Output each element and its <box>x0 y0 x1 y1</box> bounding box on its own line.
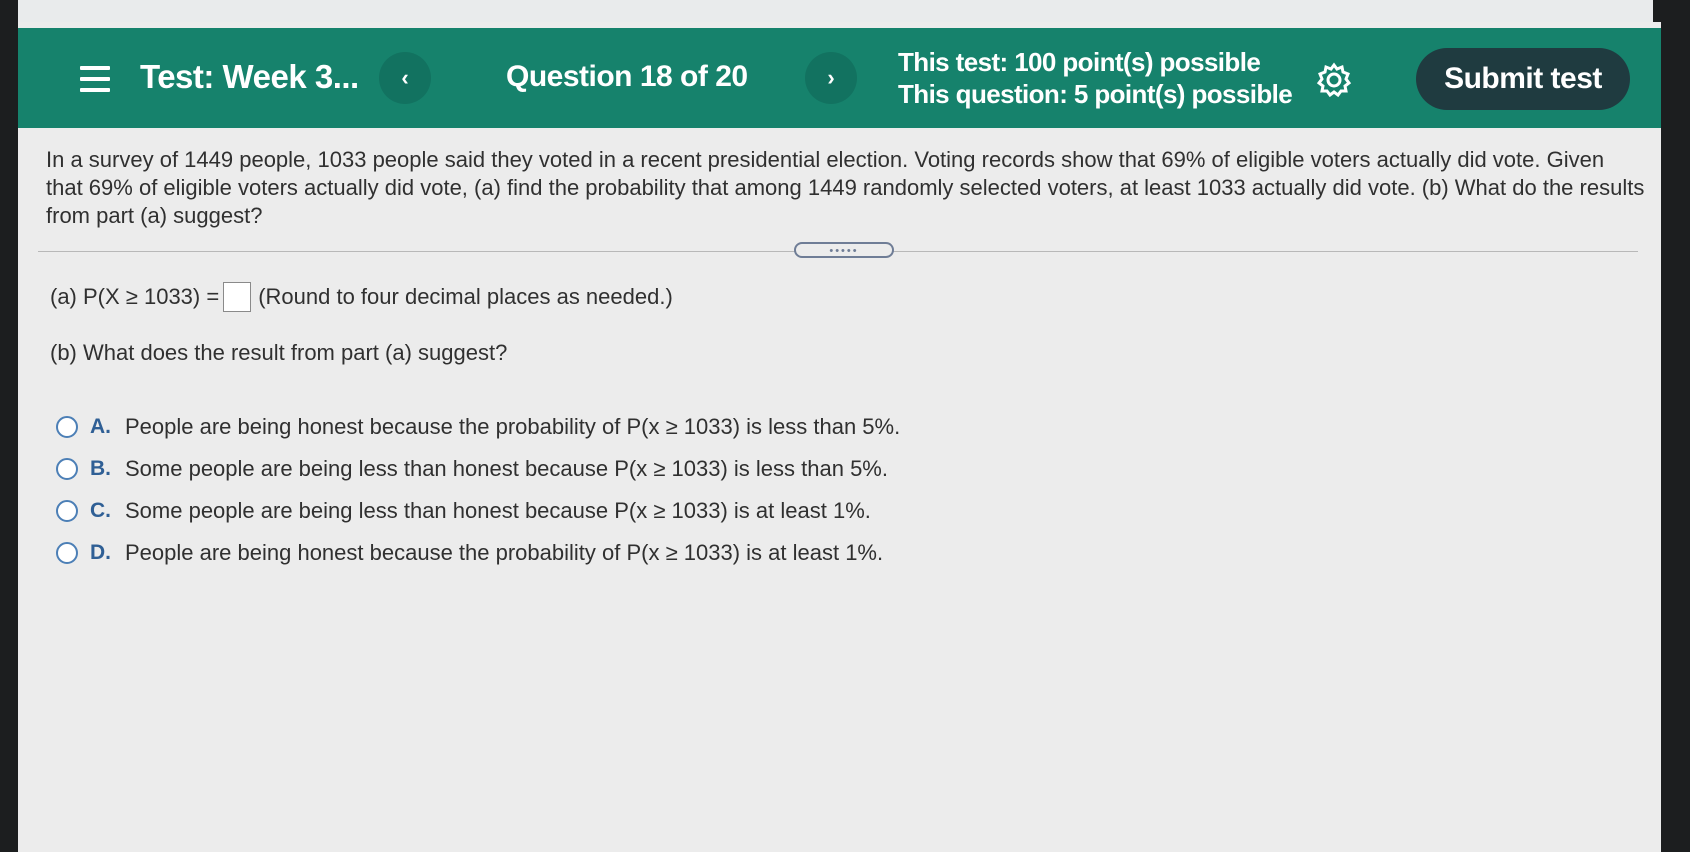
radio-button[interactable] <box>56 458 78 480</box>
menu-icon[interactable] <box>80 66 110 92</box>
answer-options: A. People are being honest because the p… <box>56 406 900 574</box>
test-toolbar: Test: Week 3... ‹ Question 18 of 20 › Th… <box>18 28 1661 128</box>
question-points: This question: 5 point(s) possible <box>898 79 1293 109</box>
radio-button[interactable] <box>56 500 78 522</box>
part-a-answer-input[interactable] <box>223 282 252 312</box>
part-a-row: (a) P(X ≥ 1033) = (Round to four decimal… <box>50 282 673 312</box>
gear-icon[interactable] <box>1314 60 1354 100</box>
points-info: This test: 100 point(s) possible This qu… <box>898 46 1293 110</box>
next-question-button[interactable]: › <box>805 52 857 104</box>
browser-top-strip <box>18 0 1653 22</box>
radio-button[interactable] <box>56 542 78 564</box>
test-points: This test: 100 point(s) possible <box>898 47 1261 77</box>
part-a-hint: (Round to four decimal places as needed.… <box>258 284 673 309</box>
option-text: Some people are being less than honest b… <box>125 498 871 523</box>
option-b[interactable]: B. Some people are being less than hones… <box>56 448 900 490</box>
submit-test-button[interactable]: Submit test <box>1416 48 1630 110</box>
option-letter: A. <box>90 415 111 438</box>
previous-question-button[interactable]: ‹ <box>379 52 431 104</box>
part-b-prompt: (b) What does the result from part (a) s… <box>50 340 508 365</box>
option-letter: B. <box>90 457 111 480</box>
option-text: People are being honest because the prob… <box>125 414 901 439</box>
option-a[interactable]: A. People are being honest because the p… <box>56 406 900 448</box>
test-screen: Test: Week 3... ‹ Question 18 of 20 › Th… <box>18 22 1661 852</box>
option-d[interactable]: D. People are being honest because the p… <box>56 532 900 574</box>
option-text: People are being honest because the prob… <box>125 540 884 565</box>
radio-button[interactable] <box>56 416 78 438</box>
part-a-expression: (a) P(X ≥ 1033) = <box>50 284 220 309</box>
question-text: In a survey of 1449 people, 1033 people … <box>46 147 1645 228</box>
question-indicator: Question 18 of 20 <box>506 60 748 93</box>
option-c[interactable]: C. Some people are being less than hones… <box>56 490 900 532</box>
test-title: Test: Week 3... <box>140 58 359 95</box>
option-letter: D. <box>90 541 111 564</box>
option-text: Some people are being less than honest b… <box>125 456 888 481</box>
option-letter: C. <box>90 499 111 522</box>
pane-resize-handle[interactable]: ••••• <box>794 242 894 258</box>
